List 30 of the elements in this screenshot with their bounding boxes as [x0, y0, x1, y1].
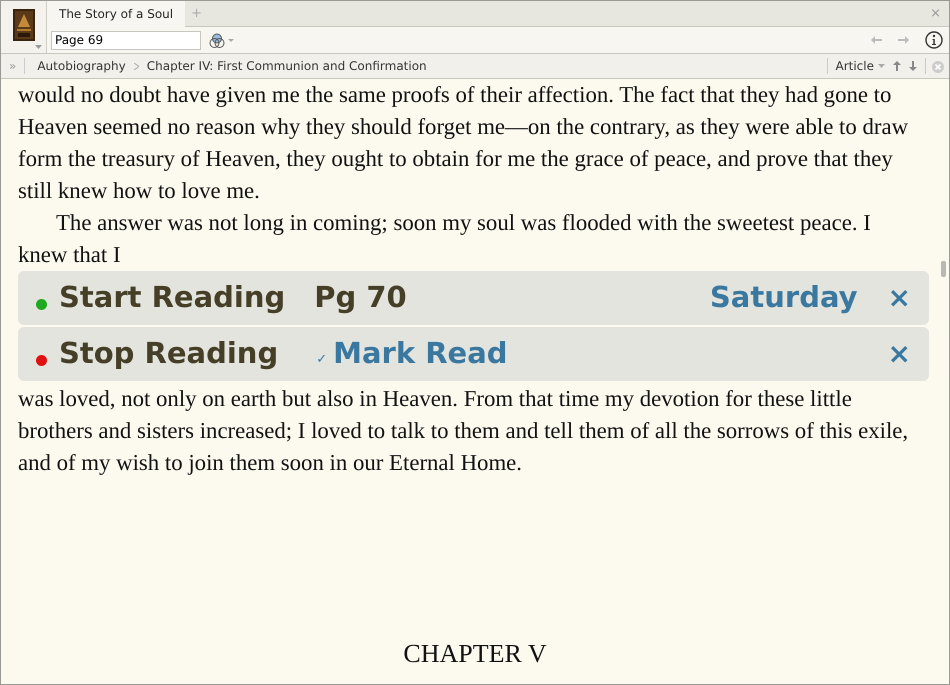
info-icon[interactable] — [925, 31, 943, 49]
paragraph: was loved, not only on earth but also in Heaven. From that time my devotion for these little brothers and sisters increased; I loved to talk to them and tell them of all the sorrows of this exile, and of my wish to join them soon in our Eternal Home. — [18, 385, 910, 477]
mark-read-link[interactable]: Mark Read — [333, 332, 508, 376]
check-icon: ✓ — [316, 350, 328, 370]
back-arrow-icon[interactable] — [871, 36, 882, 44]
chevron-icon — [134, 62, 139, 70]
forward-arrow-icon[interactable] — [898, 36, 909, 44]
close-icon[interactable] — [932, 60, 944, 73]
close-tab-button[interactable]: × — [922, 1, 949, 26]
view-dropdown[interactable]: Article — [828, 57, 878, 75]
day-link[interactable]: Saturday — [710, 276, 858, 320]
caret-icon[interactable] — [35, 45, 42, 49]
filter-icon[interactable] — [209, 32, 235, 49]
expand-button[interactable]: » — [1, 57, 24, 75]
up-arrow-icon[interactable] — [893, 61, 901, 71]
page-number: Pg 70 — [314, 279, 407, 316]
close-button[interactable]: × — [888, 340, 911, 368]
chapter-heading: CHAPTER V — [402, 638, 548, 670]
tab[interactable]: The Story of a Soul — [47, 1, 186, 27]
bar-label: Start Reading — [59, 279, 286, 316]
page-field[interactable]: Page 69 — [51, 30, 201, 50]
bar-label: Stop Reading — [59, 335, 278, 372]
down-arrow-icon[interactable] — [909, 61, 917, 71]
paragraph: The answer was not long in coming; soon my soul was flooded with the sweetest peace. I knew that I — [18, 209, 872, 269]
close-button[interactable]: × — [888, 284, 911, 312]
paragraph: would no doubt have given me the same proofs of their affection. The fact that they had gone to Heaven seemed no reason why they should forget me—on the contrary, as they were able to draw form the treasury of Heaven, they ought to obtain for me the grace of peace, and prove that they still knew how to love me. — [18, 81, 910, 205]
breadcrumb-item[interactable]: Autobiography — [37, 57, 126, 75]
breadcrumb-item[interactable]: Chapter IV: First Communion and Confirmation — [146, 57, 427, 75]
scrollbar-thumb[interactable] — [941, 261, 946, 277]
caret-icon[interactable] — [878, 64, 885, 68]
